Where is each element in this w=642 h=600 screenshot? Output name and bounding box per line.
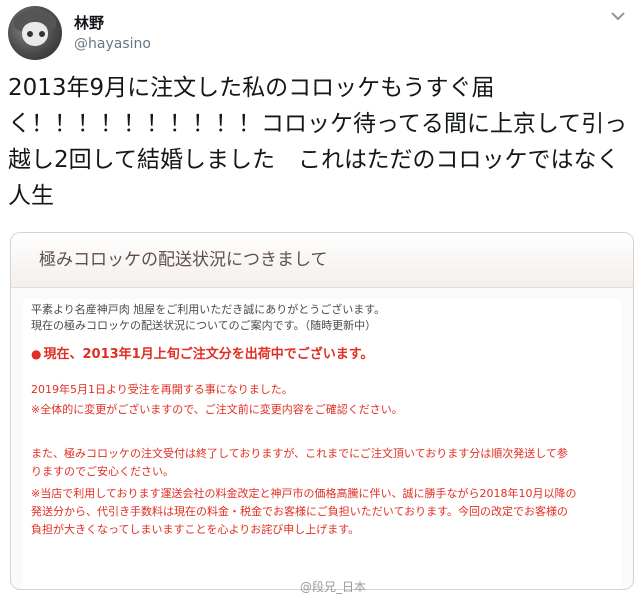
user-handle[interactable]: @hayasino [74,36,151,52]
shipping-status-highlight: ● 現在、2013年1月上旬ご注文分を出荷中でございます。 [31,347,373,362]
display-name[interactable]: 林野 [74,12,104,33]
detail-line: りますのでご安心ください。 [31,465,174,478]
intro-line: 平素より名産神戸肉 旭屋をご利用いただき誠にありがとうございます。 [31,303,386,316]
avatar-eye-right [39,31,45,37]
card-header: 極みコロッケの配送状況につきまして [11,233,633,288]
detail-line: 負担が大きくなってしまいますことを心よりお詫び申し上げます。 [31,523,360,536]
tweet-text: 2013年9月に注文した私のコロッケもうすぐ届く！！！！！！！！！！コロッケ待っ… [8,75,628,209]
notice-line: 2019年5月1日より受注を再開する事になりました。 [31,383,293,396]
watermark: @段兄_日本 [300,580,367,594]
card-title: 極みコロッケの配送状況につきまして [39,250,328,270]
red-bullet-icon: ● [31,347,42,361]
detail-line: 発送分から、代引き手数料は現在の料金・税金でお客様にご負担いただいております。今… [31,505,569,518]
highlight-text: 現在、2013年1月上旬ご注文分を出荷中でございます。 [43,347,374,362]
notice-line: ※全体的に変更がございますので、ご注文前に変更内容をご確認ください。 [31,403,403,416]
detail-line: また、極みコロッケの注文受付は終了しておりますが、これまでにご注文頂いております… [31,447,568,460]
avatar[interactable] [8,6,62,60]
card-body: 平素より名産神戸肉 旭屋をご利用いただき誠にありがとうございます。 現在の極みコ… [23,299,621,589]
intro-line: 現在の極みコロッケの配送状況についてのご案内です。（随時更新中） [31,319,377,332]
avatar-eye-left [27,31,33,37]
chevron-down-icon[interactable] [608,6,628,26]
attached-image-card[interactable]: 極みコロッケの配送状況につきまして 平素より名産神戸肉 旭屋をご利用いただき誠に… [10,232,634,590]
detail-line: ※当店で利用しております運送会社の料金改定と神戸市の価格高騰に伴い、誠に勝手なが… [31,487,577,500]
tweet-header: 林野 @hayasino [8,6,634,60]
